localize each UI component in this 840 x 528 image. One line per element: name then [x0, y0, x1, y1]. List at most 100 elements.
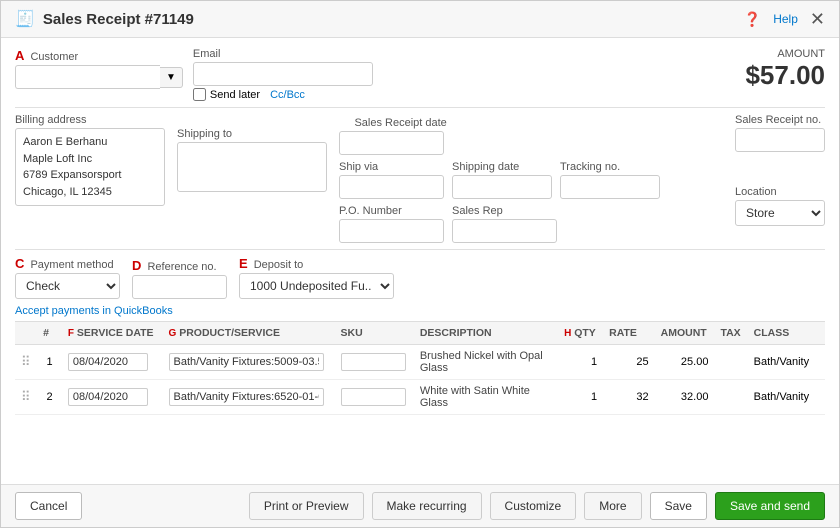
service-date-1[interactable] [62, 380, 163, 415]
po-sales-rep-row: P.O. Number Sales Rep [339, 205, 660, 243]
save-and-send-button[interactable]: Save and send [715, 492, 825, 520]
customize-button[interactable]: Customize [490, 492, 577, 520]
payment-method-label: C Payment method [15, 256, 120, 271]
product-0[interactable] [163, 345, 335, 380]
col-desc-header: DESCRIPTION [414, 322, 558, 345]
class-1: Bath/Vanity [748, 380, 825, 415]
line-items-table: # F SERVICE DATE G PRODUCT/SERVICE SKU D [15, 321, 825, 415]
shipping-date-block: Shipping date [452, 161, 552, 199]
sales-receipt-no-input[interactable]: 71149 [735, 128, 825, 152]
po-number-input[interactable] [339, 219, 444, 243]
col-rate-header: RATE [603, 322, 655, 345]
section-marker-d: D [132, 258, 141, 273]
col-product-header: G PRODUCT/SERVICE [163, 322, 335, 345]
customer-input[interactable]: Aaron E Berhanu [15, 65, 160, 89]
deposit-to-block: E Deposit to 1000 Undeposited Fu... Chec… [239, 256, 394, 299]
description-1: White with Satin White Glass [414, 380, 558, 415]
make-recurring-button[interactable]: Make recurring [372, 492, 482, 520]
customer-block: A Customer Aaron E Berhanu ▼ [15, 48, 183, 101]
shipping-to-label: Shipping to [177, 128, 327, 140]
product-1[interactable] [163, 380, 335, 415]
location-block: Location Store [735, 186, 825, 226]
sales-receipt-no-block: Sales Receipt no. 71149 [735, 114, 825, 152]
sales-receipt-modal: 🧾 Sales Receipt #71149 ❓ Help ✕ A Custom… [0, 0, 840, 528]
shipping-date-input[interactable] [452, 175, 552, 199]
email-input[interactable]: theboss@yahoo.com [193, 62, 373, 86]
send-later-label: Send later [210, 89, 260, 101]
tracking-no-label: Tracking no. [560, 161, 660, 173]
col-drag-header [15, 322, 37, 345]
location-select-wrapper: Store [735, 200, 825, 226]
po-number-label: P.O. Number [339, 205, 444, 217]
ship-via-input[interactable] [339, 175, 444, 199]
reference-no-label: D Reference no. [132, 258, 227, 273]
col-class-header: CLASS [748, 322, 825, 345]
class-0: Bath/Vanity [748, 345, 825, 380]
location-select[interactable]: Store [735, 200, 825, 226]
reference-no-input[interactable]: 1102 [132, 275, 227, 299]
help-label[interactable]: Help [773, 12, 798, 26]
top-section: A Customer Aaron E Berhanu ▼ Email thebo… [15, 48, 825, 101]
sales-receipt-date-block: B Sales Receipt date 08/04/2020 [339, 114, 660, 155]
tracking-no-input[interactable] [560, 175, 660, 199]
send-label-row: Send later Cc/Bcc [193, 88, 373, 101]
sku-0[interactable] [335, 345, 414, 380]
sales-rep-input[interactable] [452, 219, 557, 243]
shipping-to-block: Shipping to [177, 128, 327, 192]
table-row[interactable]: ⠿ 2 White with Satin White Glass 1 32 32… [15, 380, 825, 415]
billing-address-box: Aaron E Berhanu Maple Loft Inc 6789 Expa… [15, 128, 165, 206]
description-0: Brushed Nickel with Opal Glass [414, 345, 558, 380]
email-label: Email [193, 48, 373, 60]
receipt-icon: 🧾 [15, 9, 35, 29]
sales-receipt-date-input[interactable]: 08/04/2020 [339, 131, 444, 155]
payment-method-block: C Payment method Check Cash Credit Card [15, 256, 120, 299]
tracking-no-block: Tracking no. [560, 161, 660, 199]
amount-0: 25.00 [655, 345, 715, 380]
row-num-0: 1 [37, 345, 62, 380]
section-marker-h: H [564, 328, 571, 339]
drag-handle-1[interactable]: ⠿ [15, 380, 37, 415]
qty-1: 1 [558, 380, 603, 415]
col-sku-header: SKU [335, 322, 414, 345]
table-header: # F SERVICE DATE G PRODUCT/SERVICE SKU D [15, 322, 825, 345]
payment-method-select[interactable]: Check Cash Credit Card [15, 273, 120, 299]
customer-label: A Customer [15, 48, 183, 63]
section-marker-a: A [15, 48, 24, 63]
cc-bcc-link[interactable]: Cc/Bcc [270, 89, 305, 101]
save-button[interactable]: Save [650, 492, 707, 520]
reference-no-block: D Reference no. 1102 [132, 258, 227, 299]
cancel-button[interactable]: Cancel [15, 492, 82, 520]
shipping-to-box [177, 142, 327, 192]
sku-1[interactable] [335, 380, 414, 415]
accept-payments-block: Accept payments in QuickBooks [15, 303, 825, 317]
sales-receipt-no-label: Sales Receipt no. [735, 114, 825, 126]
amount-block: AMOUNT $57.00 [745, 48, 825, 101]
modal-title: Sales Receipt #71149 [43, 11, 194, 28]
col-amount-header: AMOUNT [655, 322, 715, 345]
print-preview-button[interactable]: Print or Preview [249, 492, 364, 520]
po-number-block: P.O. Number [339, 205, 444, 243]
accept-payments-link[interactable]: Accept payments in QuickBooks [15, 305, 173, 317]
amount-value: $57.00 [745, 60, 825, 91]
ship-via-block: Ship via [339, 161, 444, 199]
service-date-0[interactable] [62, 345, 163, 380]
customer-select-wrapper: Aaron E Berhanu ▼ [15, 65, 183, 89]
sales-receipt-date-label: B Sales Receipt date [339, 114, 660, 129]
table-header-row: # F SERVICE DATE G PRODUCT/SERVICE SKU D [15, 322, 825, 345]
amount-label: AMOUNT [745, 48, 825, 60]
table-row[interactable]: ⠿ 1 Brushed Nickel with Opal Glass 1 25 … [15, 345, 825, 380]
send-later-checkbox[interactable] [193, 88, 206, 101]
col-servicedate-header: F SERVICE DATE [62, 322, 163, 345]
deposit-to-select[interactable]: 1000 Undeposited Fu... Checking Savings [239, 273, 394, 299]
payment-select-wrapper: Check Cash Credit Card [15, 273, 120, 299]
customer-dropdown-button[interactable]: ▼ [160, 67, 183, 88]
billing-address-label: Billing address [15, 114, 165, 126]
section-marker-f: F [68, 328, 74, 339]
close-button[interactable]: ✕ [810, 10, 825, 28]
ship-via-label: Ship via [339, 161, 444, 173]
drag-handle-0[interactable]: ⠿ [15, 345, 37, 380]
rate-1: 32 [603, 380, 655, 415]
row-num-1: 2 [37, 380, 62, 415]
deposit-to-label: E Deposit to [239, 256, 394, 271]
more-button[interactable]: More [584, 492, 641, 520]
